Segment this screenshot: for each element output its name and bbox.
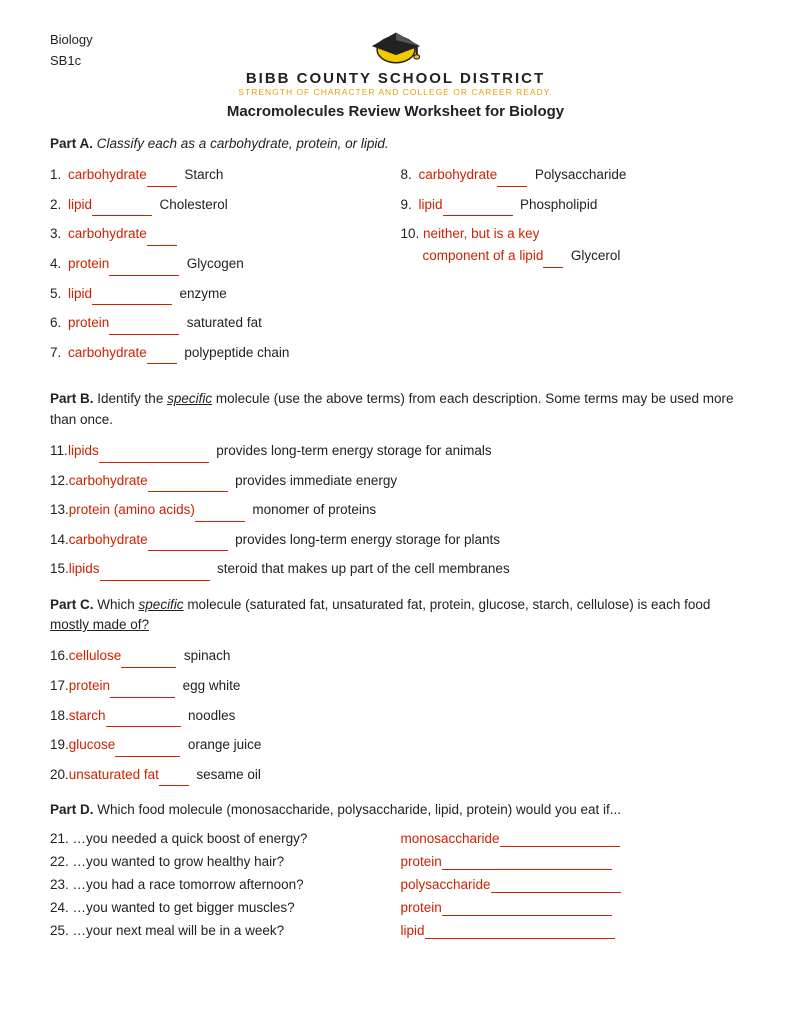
- list-item: 11. lipids provides long-term energy sto…: [50, 440, 741, 463]
- part-d-section: Part D. Which food molecule (monosacchar…: [50, 800, 741, 938]
- header: Biology SB1c BIBB COUNTY SCHOOL DISTRICT…: [50, 30, 741, 97]
- list-item: 6. protein saturated fat: [50, 312, 391, 335]
- list-item: 23. …you had a race tomorrow afternoon?: [50, 877, 391, 893]
- list-item: 12. carbohydrate provides immediate ener…: [50, 470, 741, 493]
- list-item: monosaccharide: [401, 831, 742, 847]
- list-item: 22. …you wanted to grow healthy hair?: [50, 854, 391, 870]
- list-item: 9. lipid Phospholipid: [401, 194, 742, 217]
- list-item: lipid: [401, 923, 742, 939]
- list-item: 1. carbohydrate Starch: [50, 164, 391, 187]
- part-c-section: Part C. Which specific molecule (saturat…: [50, 595, 741, 786]
- course-label: SB1c: [50, 51, 93, 72]
- list-item: polysaccharide: [401, 877, 742, 893]
- list-item: protein: [401, 900, 742, 916]
- part-d-question: 21. …you needed a quick boost of energy?: [50, 831, 391, 846]
- list-item: 17. protein egg white: [50, 675, 741, 698]
- part-d-question: 22. …you wanted to grow healthy hair?: [50, 854, 391, 869]
- list-item: 7. carbohydrate polypeptide chain: [50, 342, 391, 365]
- corner-label: Biology SB1c: [50, 30, 93, 72]
- part-a-section: Part A. Classify each as a carbohydrate,…: [50, 134, 741, 371]
- list-item: 20. unsaturated fat sesame oil: [50, 764, 741, 787]
- part-b-section: Part B. Identify the specific molecule (…: [50, 389, 741, 580]
- list-item: 2. lipid Cholesterol: [50, 194, 391, 217]
- list-item: 3. carbohydrate: [50, 223, 391, 246]
- part-a-left: 1. carbohydrate Starch 2. lipid Choleste…: [50, 164, 391, 371]
- part-a-columns: 1. carbohydrate Starch 2. lipid Choleste…: [50, 164, 741, 371]
- district-tagline: STRENGTH OF CHARACTER AND COLLEGE OR CAR…: [238, 87, 552, 97]
- district-name: BIBB COUNTY SCHOOL DISTRICT: [246, 70, 545, 87]
- list-item: 13. protein (amino acids) monomer of pro…: [50, 499, 741, 522]
- list-item: 8. carbohydrate Polysaccharide: [401, 164, 742, 187]
- list-item: 16. cellulose spinach: [50, 645, 741, 668]
- part-d-heading: Part D. Which food molecule (monosacchar…: [50, 800, 741, 820]
- list-item: 19. glucose orange juice: [50, 734, 741, 757]
- part-d-question: 23. …you had a race tomorrow afternoon?: [50, 877, 391, 892]
- list-item: 21. …you needed a quick boost of energy?: [50, 831, 391, 847]
- part-b-items: 11. lipids provides long-term energy sto…: [50, 440, 741, 581]
- part-c-heading: Part C. Which specific molecule (saturat…: [50, 595, 741, 636]
- list-item: 5. lipid enzyme: [50, 283, 391, 306]
- part-d-question: 24. …you wanted to get bigger muscles?: [50, 900, 391, 915]
- part-d-items: 21. …you needed a quick boost of energy?…: [50, 831, 741, 939]
- school-logo: BIBB COUNTY SCHOOL DISTRICT STRENGTH OF …: [238, 30, 552, 97]
- part-c-items: 16. cellulose spinach 17. protein egg wh…: [50, 645, 741, 786]
- list-item: 15. lipids steroid that makes up part of…: [50, 558, 741, 581]
- list-item: 10. neither, but is a key component of a…: [401, 223, 742, 267]
- part-d-question: 25. …your next meal will be in a week?: [50, 923, 391, 938]
- list-item: 24. …you wanted to get bigger muscles?: [50, 900, 391, 916]
- part-b-heading: Part B. Identify the specific molecule (…: [50, 389, 741, 430]
- biology-label: Biology: [50, 30, 93, 51]
- part-a-label: Part A.: [50, 136, 93, 151]
- list-item: 18. starch noodles: [50, 705, 741, 728]
- list-item: 25. …your next meal will be in a week?: [50, 923, 391, 939]
- part-a-right: 8. carbohydrate Polysaccharide 9. lipid …: [401, 164, 742, 371]
- list-item: 14. carbohydrate provides long-term ener…: [50, 529, 741, 552]
- list-item: protein: [401, 854, 742, 870]
- list-item: 4. protein Glycogen: [50, 253, 391, 276]
- part-a-heading: Part A. Classify each as a carbohydrate,…: [50, 134, 741, 154]
- part-a-instruction: Classify each as a carbohydrate, protein…: [93, 136, 389, 151]
- graduation-cap-icon: [366, 30, 426, 70]
- page-title: Macromolecules Review Worksheet for Biol…: [50, 103, 741, 120]
